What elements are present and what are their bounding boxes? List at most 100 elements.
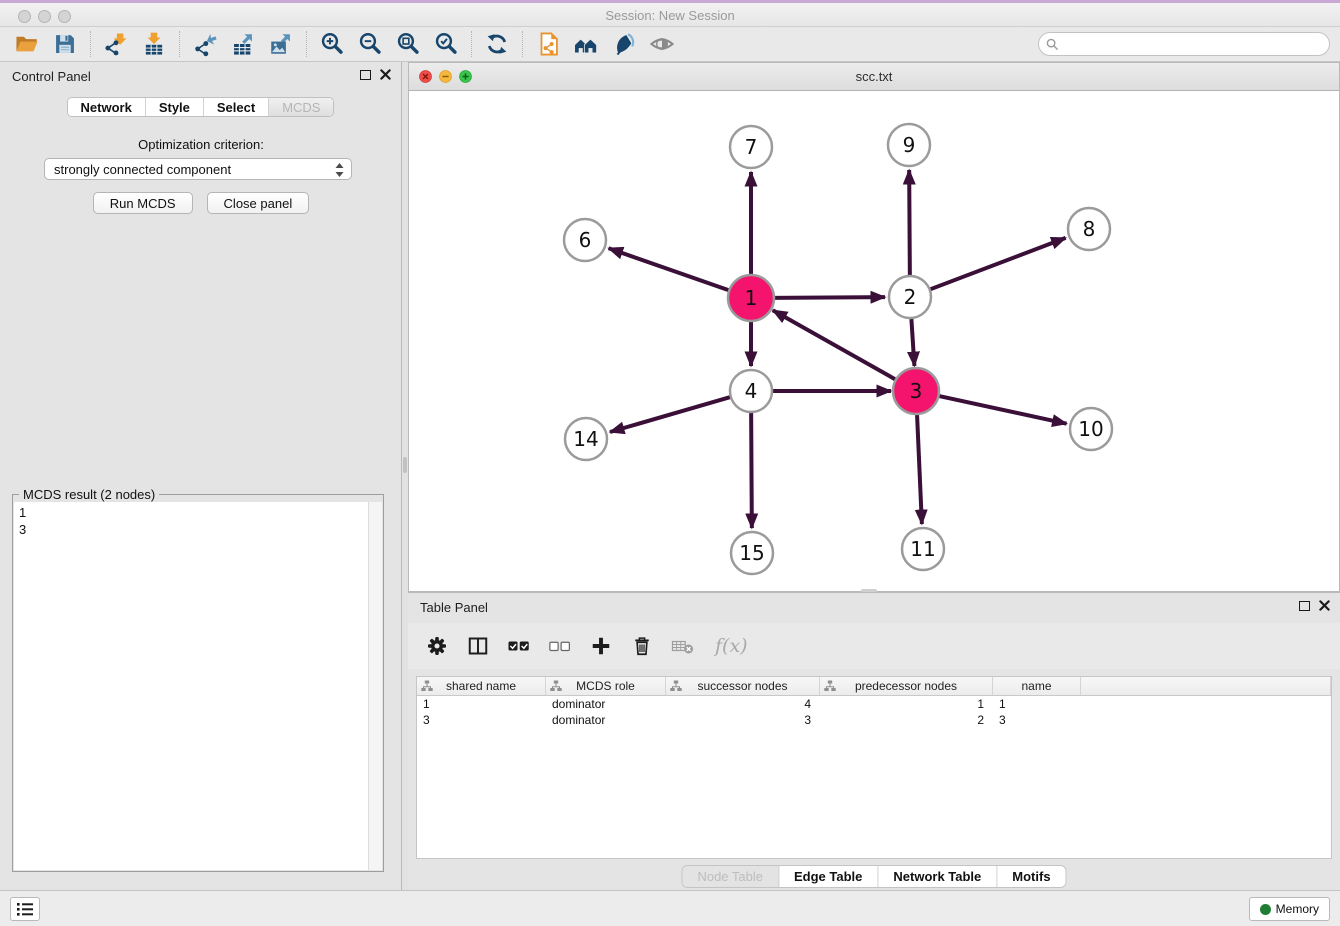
delete-table-button[interactable]	[670, 633, 696, 659]
attribute-tree-icon	[670, 680, 682, 692]
tab-edge-table[interactable]: Edge Table	[779, 866, 878, 887]
tab-network[interactable]: Network	[68, 98, 146, 116]
network-title: scc.txt	[409, 69, 1339, 84]
edge-2-8[interactable]	[931, 238, 1066, 289]
mcds-result-scrollbar[interactable]	[368, 502, 382, 870]
network-canvas[interactable]: 7968124314101511	[409, 91, 1339, 591]
column-header-name[interactable]: name	[993, 677, 1081, 695]
control-panel-tabs: NetworkStyleSelectMCDS	[67, 97, 335, 117]
import-network-button[interactable]	[97, 29, 135, 59]
split-columns-icon	[466, 634, 490, 658]
tab-style[interactable]: Style	[146, 98, 204, 116]
open-session-button[interactable]	[8, 29, 46, 59]
cell-name[interactable]: 1	[993, 696, 1081, 712]
cell-predecessor-nodes[interactable]: 1	[820, 696, 993, 712]
tab-node-table[interactable]: Node Table	[682, 866, 779, 887]
node-table[interactable]: shared nameMCDS rolesuccessor nodes prede…	[416, 676, 1332, 859]
column-label: name	[1021, 679, 1051, 693]
mcds-result-text[interactable]: 1 3	[14, 502, 368, 870]
edge-1-6[interactable]	[609, 248, 731, 290]
cell-successor-nodes[interactable]: 3	[666, 712, 820, 728]
memory-button[interactable]: Memory	[1249, 897, 1330, 921]
column-header-predecessor-nodes[interactable]: predecessor nodes	[820, 677, 993, 695]
cell-shared-name[interactable]: 3	[417, 712, 546, 728]
create-column-button[interactable]	[588, 633, 614, 659]
run-mcds-button[interactable]: Run MCDS	[93, 192, 193, 214]
edge-3-11[interactable]	[917, 413, 922, 524]
node-label-14: 14	[573, 427, 598, 451]
search-field[interactable]	[1038, 32, 1330, 56]
edge-1-2[interactable]	[773, 297, 885, 298]
unchecked-boxes-icon	[548, 634, 572, 658]
cell-predecessor-nodes[interactable]: 2	[820, 712, 993, 728]
column-label: predecessor nodes	[855, 679, 957, 693]
table-row-1[interactable]: 3dominator323	[417, 712, 1331, 728]
tab-network-table[interactable]: Network Table	[878, 866, 997, 887]
zoom-fit-button[interactable]	[389, 29, 427, 59]
node-label-10: 10	[1078, 417, 1103, 441]
refresh-icon	[484, 31, 510, 57]
open-folder-icon	[14, 31, 40, 57]
float-panel-icon[interactable]	[360, 70, 371, 80]
close-panel-button[interactable]: Close panel	[207, 192, 310, 214]
network-view-window: scc.txt 7968124314101511	[408, 62, 1340, 592]
cell-mcds-role[interactable]: dominator	[546, 696, 666, 712]
import-table-button[interactable]	[135, 29, 173, 59]
network-from-selection-button[interactable]	[529, 29, 567, 59]
zoom-in-button[interactable]	[313, 29, 351, 59]
edge-2-3[interactable]	[911, 319, 914, 366]
attribute-tree-icon	[550, 680, 562, 692]
close-panel-icon[interactable]	[380, 69, 391, 80]
export-image-button[interactable]	[262, 29, 300, 59]
hide-selected-button[interactable]	[643, 29, 681, 59]
delete-column-button[interactable]	[629, 633, 655, 659]
refresh-button[interactable]	[478, 29, 516, 59]
dropdown-stepper-icon	[334, 162, 345, 178]
node-label-4: 4	[745, 379, 758, 403]
zoom-out-button[interactable]	[351, 29, 389, 59]
edge-4-14[interactable]	[610, 397, 730, 432]
show-panel-list-button[interactable]	[10, 897, 40, 921]
cell-shared-name[interactable]: 1	[417, 696, 546, 712]
network-graph: 7968124314101511	[409, 91, 1339, 591]
table-toolbar: f(x)	[408, 623, 1340, 669]
close-panel-icon[interactable]	[1319, 600, 1330, 611]
show-column-panel-button[interactable]	[465, 633, 491, 659]
save-session-button[interactable]	[46, 29, 84, 59]
unselect-all-columns-button[interactable]	[547, 633, 573, 659]
network-window-titlebar[interactable]: scc.txt	[409, 63, 1339, 91]
cell-successor-nodes[interactable]: 4	[666, 696, 820, 712]
edge-2-9[interactable]	[909, 170, 910, 275]
criterion-dropdown[interactable]: strongly connected component	[44, 158, 352, 180]
float-panel-icon[interactable]	[1299, 601, 1310, 611]
splitter-grip	[403, 457, 407, 473]
cell-mcds-role[interactable]: dominator	[546, 712, 666, 728]
zoom-selected-button[interactable]	[427, 29, 465, 59]
table-settings-button[interactable]	[424, 633, 450, 659]
table-panel: Table Panel	[408, 592, 1340, 890]
plus-icon	[589, 634, 613, 658]
tab-select[interactable]: Select	[204, 98, 269, 116]
select-all-columns-button[interactable]	[506, 633, 532, 659]
new-network-from-selection-icon	[535, 31, 561, 57]
edge-4-15[interactable]	[751, 413, 752, 528]
tab-mcds[interactable]: MCDS	[269, 98, 333, 116]
table-row-0[interactable]: 1dominator411	[417, 696, 1331, 712]
edge-3-1[interactable]	[773, 310, 897, 380]
annotation-button[interactable]	[605, 29, 643, 59]
zoom-fit-icon	[395, 31, 421, 57]
export-table-button[interactable]	[224, 29, 262, 59]
edge-3-10[interactable]	[937, 396, 1066, 424]
search-input[interactable]	[1059, 35, 1329, 53]
status-bar: Memory	[0, 890, 1340, 926]
tab-motifs[interactable]: Motifs	[997, 866, 1065, 887]
function-builder-button[interactable]: f(x)	[711, 635, 748, 657]
column-header-shared-name[interactable]: shared name	[417, 677, 546, 695]
export-network-button[interactable]	[186, 29, 224, 59]
node-label-9: 9	[903, 133, 916, 157]
home-button[interactable]	[567, 29, 605, 59]
cell-name[interactable]: 3	[993, 712, 1081, 728]
import-table-icon	[141, 31, 167, 57]
column-header-mcds-role[interactable]: MCDS role	[546, 677, 666, 695]
column-header-successor-nodes[interactable]: successor nodes	[666, 677, 820, 695]
